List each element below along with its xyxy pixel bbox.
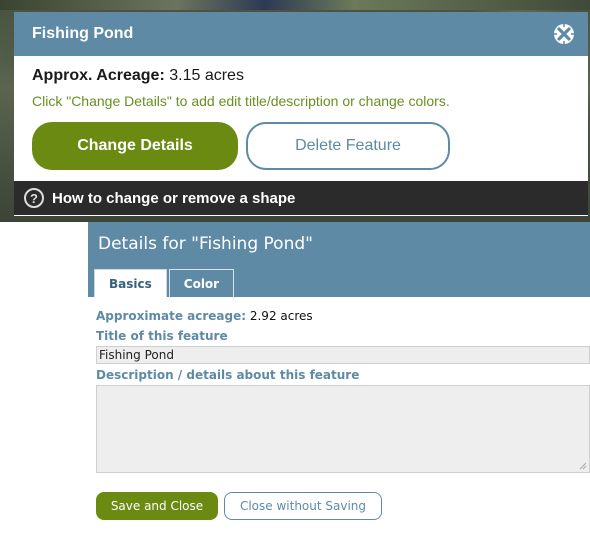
- popup-header: Fishing Pond: [14, 12, 588, 56]
- feature-description-input[interactable]: [96, 385, 590, 473]
- screen: Fishing Pond Approx. Acreage: 3.15 acres…: [0, 0, 590, 538]
- popup-actions: Change Details Delete Feature: [32, 122, 570, 170]
- popup-title: Fishing Pond: [32, 25, 134, 42]
- popup-body: Approx. Acreage: 3.15 acres Click "Chang…: [14, 56, 588, 170]
- details-tabs: Basics Color: [94, 269, 235, 297]
- close-without-saving-button[interactable]: Close without Saving: [224, 492, 382, 520]
- approx-acreage-label: Approximate acreage:: [96, 309, 247, 323]
- help-text: How to change or remove a shape: [52, 189, 296, 207]
- close-icon[interactable]: [552, 22, 576, 46]
- details-actions: Save and Close Close without Saving: [96, 492, 590, 520]
- acreage-line: Approx. Acreage: 3.15 acres: [32, 66, 570, 86]
- acreage-value: 3.15 acres: [169, 67, 244, 84]
- feature-description-label: Description / details about this feature: [96, 368, 360, 382]
- details-title: Details for "Fishing Pond": [98, 234, 313, 254]
- details-body: Approximate acreage: 2.92 acres Title of…: [88, 297, 590, 520]
- approx-acreage-value: 2.92 acres: [249, 309, 313, 323]
- tab-color[interactable]: Color: [168, 269, 235, 297]
- resize-grip-icon[interactable]: [579, 462, 587, 470]
- help-link[interactable]: ? How to change or remove a shape: [14, 181, 588, 215]
- help-icon: ?: [24, 188, 44, 208]
- delete-feature-button[interactable]: Delete Feature: [246, 122, 450, 170]
- acreage-label: Approx. Acreage:: [32, 67, 165, 84]
- save-and-close-button[interactable]: Save and Close: [96, 492, 218, 520]
- details-header: Details for "Fishing Pond" Basics Color: [88, 222, 590, 297]
- feature-title-input[interactable]: [96, 346, 590, 364]
- details-dialog: Details for "Fishing Pond" Basics Color …: [88, 222, 590, 538]
- tab-basics[interactable]: Basics: [94, 269, 167, 297]
- map-edge: [0, 0, 590, 10]
- change-details-button[interactable]: Change Details: [32, 122, 238, 170]
- approx-acreage-row: Approximate acreage: 2.92 acres: [96, 307, 590, 325]
- feature-title-label: Title of this feature: [96, 329, 228, 343]
- edit-hint: Click "Change Details" to add edit title…: [32, 93, 450, 109]
